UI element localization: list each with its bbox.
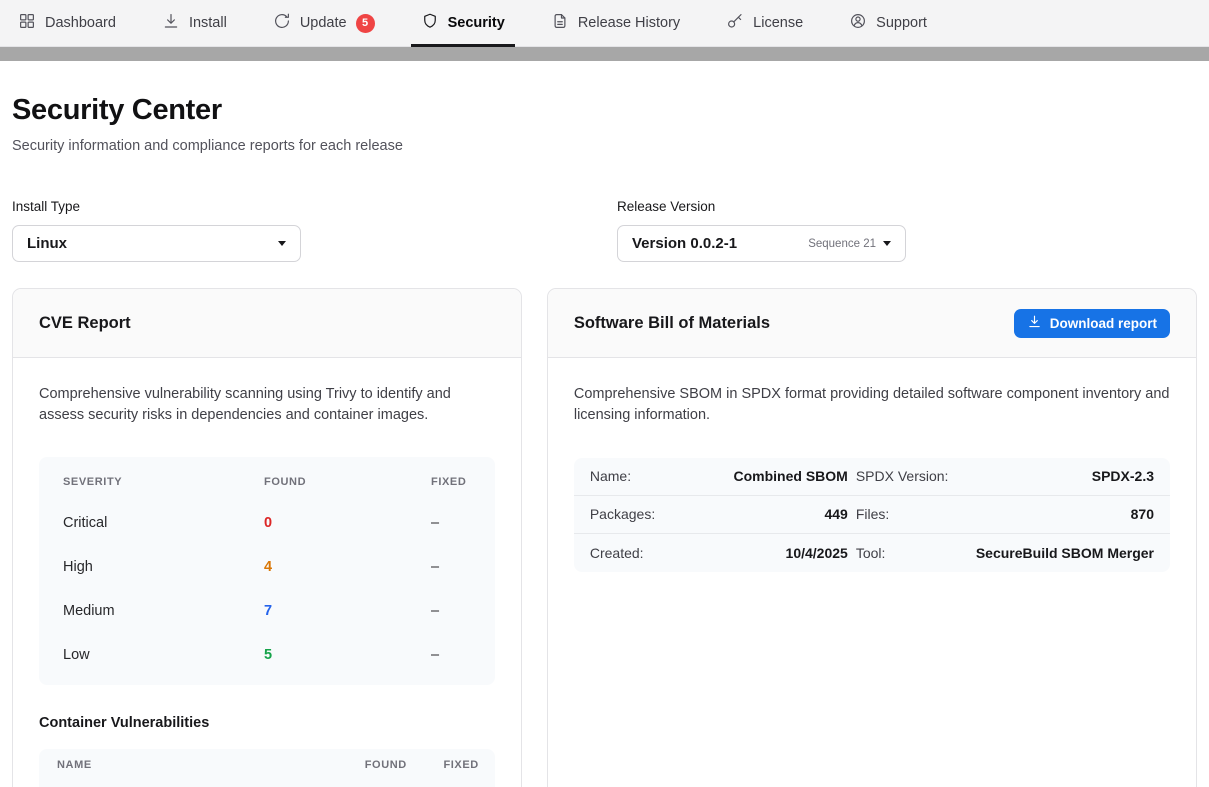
table-row: Medium 7 – — [39, 589, 495, 633]
fixed-count: – — [431, 515, 471, 531]
cve-report-title: CVE Report — [39, 314, 131, 333]
chevron-down-icon — [278, 241, 286, 246]
cve-report-body: Comprehensive vulnerability scanning usi… — [13, 358, 521, 787]
sbom-description: Comprehensive SBOM in SPDX format provid… — [574, 384, 1170, 427]
nav-item-label: Update — [300, 15, 347, 31]
fixed-count: – — [431, 603, 471, 619]
chevron-down-icon — [883, 241, 891, 246]
field-value: SecureBuild SBOM Merger — [976, 545, 1154, 561]
nav-item-security[interactable]: Security — [421, 0, 505, 47]
col-found: FOUND — [264, 476, 431, 488]
release-version-select[interactable]: Version 0.0.2-1 Sequence 21 — [617, 225, 906, 262]
nav-item-label: Install — [189, 15, 227, 31]
sbom-body: Comprehensive SBOM in SPDX format provid… — [548, 358, 1196, 598]
top-nav: Dashboard Install Update 5 Security Rele… — [0, 0, 1209, 47]
dashboard-icon — [18, 12, 36, 34]
found-count: 5 — [264, 647, 431, 663]
severity-name: High — [63, 559, 264, 575]
release-sequence-text: Sequence 21 — [808, 238, 876, 250]
download-icon — [1027, 314, 1042, 332]
update-icon — [273, 12, 291, 34]
download-report-label: Download report — [1050, 316, 1157, 331]
nav-item-update[interactable]: Update 5 — [273, 0, 375, 47]
install-type-select[interactable]: Linux — [12, 225, 301, 262]
nav-item-license[interactable]: License — [726, 0, 803, 47]
severity-name: Medium — [63, 603, 264, 619]
nav-item-dashboard[interactable]: Dashboard — [18, 0, 116, 47]
severity-name: Critical — [63, 515, 264, 531]
field-value: SPDX-2.3 — [976, 468, 1154, 484]
col-severity: SEVERITY — [63, 476, 264, 488]
release-version-filter: Release Version Version 0.0.2-1 Sequence… — [617, 199, 1197, 262]
found-count: 7 — [264, 603, 431, 619]
table-row: Packages: 449 Files: 870 — [574, 496, 1170, 534]
page-subtitle: Security information and compliance repo… — [12, 138, 1197, 154]
nav-item-release-history[interactable]: Release History — [551, 0, 680, 47]
container-table-header: NAME FOUND FIXED — [39, 749, 495, 781]
found-count: 0 — [264, 515, 431, 531]
table-row: Name: Combined SBOM SPDX Version: SPDX-2… — [574, 458, 1170, 496]
license-key-icon — [726, 12, 744, 34]
security-shield-icon — [421, 12, 439, 34]
field-label: Created: — [590, 545, 672, 561]
page-title: Security Center — [12, 94, 1197, 127]
nav-item-install[interactable]: Install — [162, 0, 227, 47]
col-found: FOUND — [325, 759, 407, 771]
install-type-value: Linux — [27, 235, 278, 252]
field-label: Name: — [590, 468, 672, 484]
col-name: NAME — [57, 759, 325, 771]
cve-report-description: Comprehensive vulnerability scanning usi… — [39, 384, 495, 427]
nav-item-label: Security — [448, 15, 505, 31]
severity-table: SEVERITY FOUND FIXED Critical 0 – High 4… — [39, 457, 495, 685]
nav-item-support[interactable]: Support — [849, 0, 927, 47]
severity-table-header: SEVERITY FOUND FIXED — [39, 463, 495, 501]
found-count: 4 — [264, 559, 431, 575]
table-row: Low 5 – — [39, 633, 495, 677]
install-icon — [162, 12, 180, 34]
table-row: Critical 0 – — [39, 501, 495, 545]
divider-band — [0, 47, 1209, 61]
container-vulnerabilities-title: Container Vulnerabilities — [39, 715, 495, 731]
field-value: 870 — [976, 506, 1154, 522]
cve-report-card: CVE Report Comprehensive vulnerability s… — [12, 288, 522, 787]
filters-row: Install Type Linux Release Version Versi… — [12, 199, 1197, 262]
release-version-value: Version 0.0.2-1 — [632, 235, 808, 252]
support-icon — [849, 12, 867, 34]
sbom-card: Software Bill of Materials Download repo… — [547, 288, 1197, 787]
release-version-label: Release Version — [617, 199, 1197, 214]
field-label: Files: — [856, 506, 968, 522]
cve-report-header: CVE Report — [13, 289, 521, 358]
severity-name: Low — [63, 647, 264, 663]
field-value: 10/4/2025 — [680, 545, 848, 561]
container-vulnerabilities-table: NAME FOUND FIXED — [39, 749, 495, 787]
sbom-title: Software Bill of Materials — [574, 314, 770, 333]
field-value: Combined SBOM — [680, 468, 848, 484]
install-type-label: Install Type — [12, 199, 592, 214]
nav-item-label: Support — [876, 15, 927, 31]
field-label: Packages: — [590, 506, 672, 522]
nav-item-label: License — [753, 15, 803, 31]
field-label: Tool: — [856, 545, 968, 561]
col-fixed: FIXED — [431, 476, 471, 488]
table-row: Created: 10/4/2025 Tool: SecureBuild SBO… — [574, 534, 1170, 572]
sbom-header: Software Bill of Materials Download repo… — [548, 289, 1196, 358]
sbom-info-grid: Name: Combined SBOM SPDX Version: SPDX-2… — [574, 458, 1170, 572]
update-badge: 5 — [356, 14, 375, 33]
download-report-button[interactable]: Download report — [1014, 309, 1170, 338]
nav-item-label: Dashboard — [45, 15, 116, 31]
main-content: Security Center Security information and… — [0, 94, 1209, 787]
install-type-filter: Install Type Linux — [12, 199, 592, 262]
table-row: High 4 – — [39, 545, 495, 589]
nav-item-label: Release History — [578, 15, 680, 31]
fixed-count: – — [431, 559, 471, 575]
col-fixed: FIXED — [407, 759, 479, 771]
cards-row: CVE Report Comprehensive vulnerability s… — [12, 288, 1197, 787]
fixed-count: – — [431, 647, 471, 663]
field-label: SPDX Version: — [856, 468, 968, 484]
release-history-icon — [551, 12, 569, 34]
field-value: 449 — [680, 506, 848, 522]
